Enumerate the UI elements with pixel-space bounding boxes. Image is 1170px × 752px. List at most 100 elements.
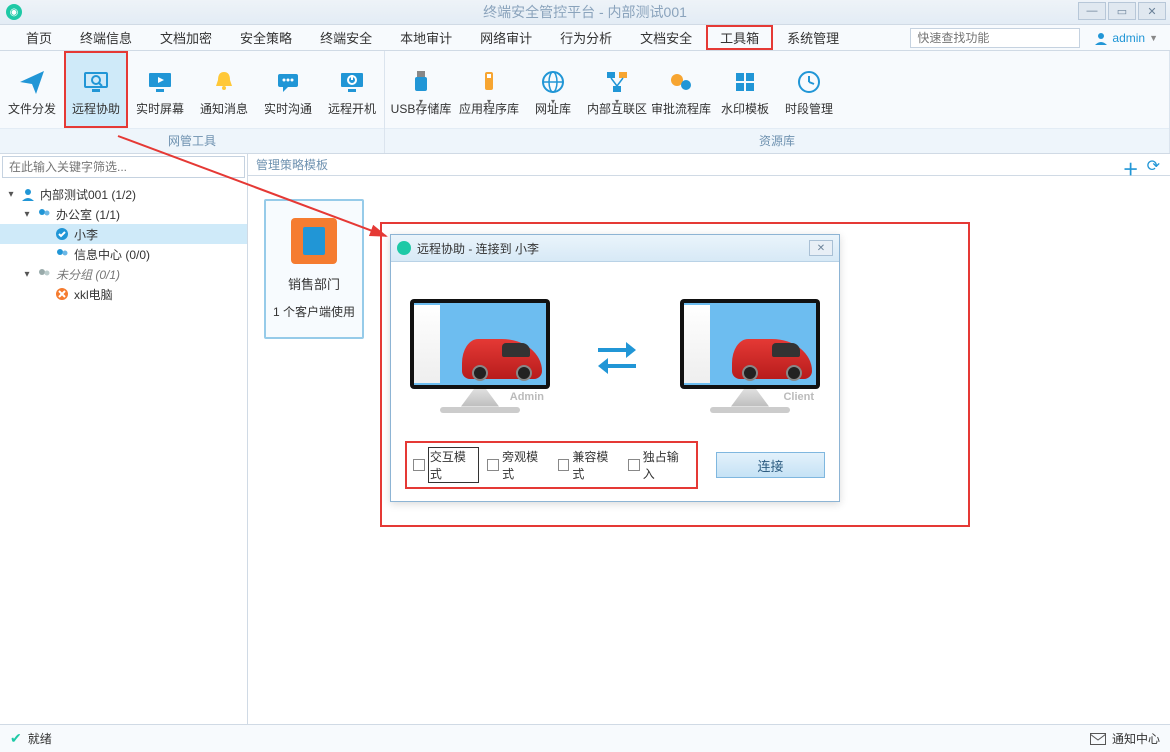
chk-compat[interactable]: 兼容模式 <box>558 448 620 482</box>
content-header: 管理策略模板 <box>248 154 1170 176</box>
menu-network-audit[interactable]: 网络审计 <box>466 25 546 50</box>
window-title: 终端安全管控平台 - 内部测试001 <box>483 2 687 22</box>
chevron-down-icon: ▼ <box>1149 33 1158 43</box>
menu-home[interactable]: 首页 <box>12 25 66 50</box>
menu-behavior[interactable]: 行为分析 <box>546 25 626 50</box>
tree-toggle-icon[interactable]: ▾ <box>22 209 32 219</box>
dialog-titlebar[interactable]: 远程协助 - 连接到 小李 ✕ <box>391 235 839 262</box>
grid-icon <box>731 68 759 96</box>
dialog-footer: 交互模式 旁观模式 兼容模式 独占输入 连接 <box>405 431 825 489</box>
usb-icon <box>407 68 435 96</box>
maximize-button[interactable]: ▭ <box>1108 2 1136 20</box>
ribbon-usb[interactable]: USB存储库 ▾ <box>385 51 457 128</box>
template-card[interactable]: 销售部门 1 个客户端使用 <box>264 199 364 339</box>
admin-monitor: Admin <box>405 299 555 413</box>
ribbon: 文件分发 远程协助 实时屏幕 通知消息 实时沟通 远程开机 <box>0 51 1170 154</box>
tree-row-xkl[interactable]: xkl电脑 <box>0 284 247 304</box>
ribbon-group-resources: USB存储库 ▾ 应用程序库 ▾ 网址库 ▾ 内部互联区 ▾ 审批流程库 <box>385 51 1170 153</box>
ribbon-group-label-2: 资源库 <box>385 128 1169 153</box>
search-input[interactable] <box>910 28 1080 48</box>
tree-toggle-icon[interactable]: ▾ <box>6 189 16 199</box>
menu-local-audit[interactable]: 本地审计 <box>386 25 466 50</box>
menu-toolbox[interactable]: 工具箱 <box>706 25 773 50</box>
ribbon-time-period[interactable]: 时段管理 <box>777 51 841 128</box>
dialog-icon <box>397 241 411 255</box>
chk-observe[interactable]: 旁观模式 <box>487 448 549 482</box>
card-subtitle: 1 个客户端使用 <box>273 303 355 320</box>
client-monitor: Client <box>675 299 825 413</box>
ribbon-remote-assist[interactable]: 远程协助 <box>64 51 128 128</box>
status-bar: ✔ 就绪 通知中心 <box>0 724 1170 752</box>
mode-options: 交互模式 旁观模式 兼容模式 独占输入 <box>405 441 698 489</box>
tree-row-unassigned[interactable]: ▾ 未分组 (0/1) <box>0 264 247 284</box>
ribbon-realtime-screen[interactable]: 实时屏幕 <box>128 51 192 128</box>
tree: ▾ 内部测试001 (1/2) ▾ 办公室 (1/1) 小李 信息中心 (0/0… <box>0 180 247 724</box>
ribbon-notify[interactable]: 通知消息 <box>192 51 256 128</box>
notification-center[interactable]: 通知中心 <box>1090 730 1160 747</box>
tree-row-xiaoli[interactable]: 小李 <box>0 224 247 244</box>
gears-icon <box>667 68 695 96</box>
filter-input[interactable] <box>2 156 245 178</box>
bell-icon <box>210 68 238 96</box>
mail-icon <box>1090 733 1106 745</box>
menu-security-policy[interactable]: 安全策略 <box>226 25 306 50</box>
power-icon <box>338 68 366 96</box>
ribbon-group-label-1: 网管工具 <box>0 128 384 153</box>
card-title: 销售部门 <box>288 274 340 293</box>
apps-icon <box>475 68 503 96</box>
chat-icon <box>274 68 302 96</box>
policy-icon <box>291 218 337 264</box>
monitor-search-icon <box>82 68 110 96</box>
ribbon-internal-net[interactable]: 内部互联区 ▾ <box>585 51 649 128</box>
menu-terminal-info[interactable]: 终端信息 <box>66 25 146 50</box>
menu-system-manage[interactable]: 系统管理 <box>773 25 853 50</box>
refresh-icon[interactable]: ⟳ <box>1147 156 1160 180</box>
tree-row-office[interactable]: ▾ 办公室 (1/1) <box>0 204 247 224</box>
globe-icon <box>539 68 567 96</box>
menu-doc-encrypt[interactable]: 文档加密 <box>146 25 226 50</box>
paper-plane-icon <box>18 68 46 96</box>
content-tools: ＋ ⟳ <box>1123 156 1160 180</box>
tree-toggle-icon[interactable]: ▾ <box>22 269 32 279</box>
user-icon <box>20 186 36 202</box>
users-icon <box>54 246 70 262</box>
user-menu[interactable]: admin ▼ <box>1088 31 1164 45</box>
chevron-down-icon: ▾ <box>551 97 555 106</box>
close-button[interactable]: ✕ <box>1138 2 1166 20</box>
chevron-down-icon: ▾ <box>419 97 423 106</box>
check-icon <box>54 226 70 242</box>
user-icon <box>1094 31 1108 45</box>
app-icon: ◉ <box>6 4 22 20</box>
add-icon[interactable]: ＋ <box>1123 156 1139 180</box>
ribbon-watermark[interactable]: 水印模板 <box>713 51 777 128</box>
ribbon-url-lib[interactable]: 网址库 ▾ <box>521 51 585 128</box>
user-name: admin <box>1112 31 1145 45</box>
tree-row-root[interactable]: ▾ 内部测试001 (1/2) <box>0 184 247 204</box>
chk-exclusive[interactable]: 独占输入 <box>628 448 690 482</box>
check-icon: ✔ <box>10 730 22 747</box>
dialog-close-button[interactable]: ✕ <box>809 240 833 256</box>
ribbon-chat[interactable]: 实时沟通 <box>256 51 320 128</box>
connect-button[interactable]: 连接 <box>716 452 825 478</box>
tree-row-infocenter[interactable]: 信息中心 (0/0) <box>0 244 247 264</box>
title-bar: ◉ 终端安全管控平台 - 内部测试001 — ▭ ✕ <box>0 0 1170 25</box>
chk-interactive[interactable]: 交互模式 <box>413 447 479 483</box>
ribbon-file-distribute[interactable]: 文件分发 <box>0 51 64 128</box>
x-icon <box>54 286 70 302</box>
chevron-down-icon: ▾ <box>487 97 491 106</box>
minimize-button[interactable]: — <box>1078 2 1106 20</box>
ribbon-apps[interactable]: 应用程序库 ▾ <box>457 51 521 128</box>
window-controls: — ▭ ✕ <box>1078 2 1166 20</box>
monitor-play-icon <box>146 68 174 96</box>
clock-icon <box>795 68 823 96</box>
ribbon-approval[interactable]: 审批流程库 <box>649 51 713 128</box>
menu-terminal-security[interactable]: 终端安全 <box>306 25 386 50</box>
dialog-title-text: 远程协助 - 连接到 小李 <box>417 240 539 257</box>
sidebar: ▾ 内部测试001 (1/2) ▾ 办公室 (1/1) 小李 信息中心 (0/0… <box>0 154 248 724</box>
menu-doc-security[interactable]: 文档安全 <box>626 25 706 50</box>
chevron-down-icon: ▾ <box>615 97 619 106</box>
ribbon-remote-power[interactable]: 远程开机 <box>320 51 384 128</box>
menu-bar: 首页 终端信息 文档加密 安全策略 终端安全 本地审计 网络审计 行为分析 文档… <box>0 25 1170 51</box>
users-icon <box>36 266 52 282</box>
users-icon <box>36 206 52 222</box>
